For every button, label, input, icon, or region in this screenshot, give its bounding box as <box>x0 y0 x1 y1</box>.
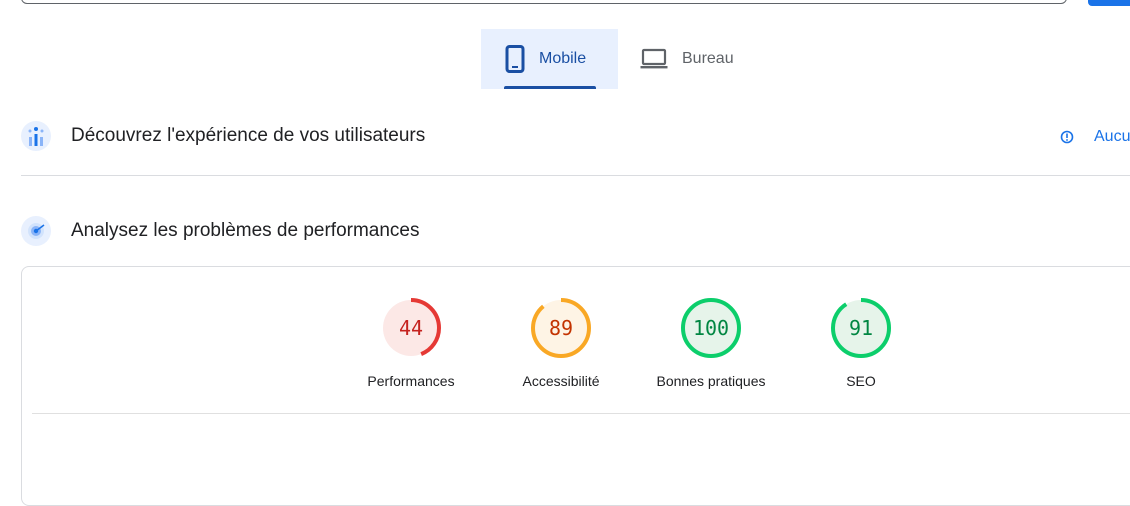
target-icon <box>21 216 51 246</box>
info-icon <box>1060 130 1074 144</box>
score-label-performance: Performances <box>367 373 455 389</box>
field-data-title: Découvrez l'expérience de vos utilisateu… <box>71 125 426 146</box>
tab-mobile-label: Mobile <box>539 50 587 67</box>
gauge-best-practices[interactable]: 100 Bonnes pratiques <box>636 296 786 389</box>
gauge-seo[interactable]: 91 SEO <box>786 296 936 389</box>
field-data-status-label: Aucu <box>1094 128 1130 145</box>
score-label-best-practices: Bonnes pratiques <box>656 373 766 389</box>
score-value-best-practices: 100 <box>692 316 730 340</box>
smartphone-icon <box>505 45 525 73</box>
tab-desktop[interactable]: Bureau <box>618 29 754 89</box>
lab-data-header: Analysez les problèmes de performances <box>21 215 420 247</box>
score-label-seo: SEO <box>846 373 876 389</box>
url-input[interactable] <box>21 0 1067 4</box>
gauge-performance[interactable]: 44 Performances <box>336 296 486 389</box>
field-data-header: Découvrez l'expérience de vos utilisateu… <box>21 120 425 152</box>
card-divider <box>32 413 1130 414</box>
device-tabs: Mobile Bureau <box>481 29 754 89</box>
score-gauges: 44 Performances 89 Accessibilité 100 Bon… <box>336 296 936 389</box>
score-value-seo: 91 <box>848 316 874 340</box>
analyze-button[interactable] <box>1088 0 1130 6</box>
section-divider <box>21 175 1130 176</box>
tab-desktop-label: Bureau <box>682 50 734 67</box>
field-data-status[interactable]: Aucu <box>1060 128 1130 146</box>
tab-mobile[interactable]: Mobile <box>481 29 618 89</box>
score-label-accessibility: Accessibilité <box>522 373 600 389</box>
score-value-performance: 44 <box>398 316 424 340</box>
lab-data-title: Analysez les problèmes de performances <box>71 220 420 241</box>
users-chart-icon <box>21 121 51 151</box>
gauge-accessibility[interactable]: 89 Accessibilité <box>486 296 636 389</box>
score-value-accessibility: 89 <box>548 316 574 340</box>
laptop-icon <box>640 48 668 70</box>
